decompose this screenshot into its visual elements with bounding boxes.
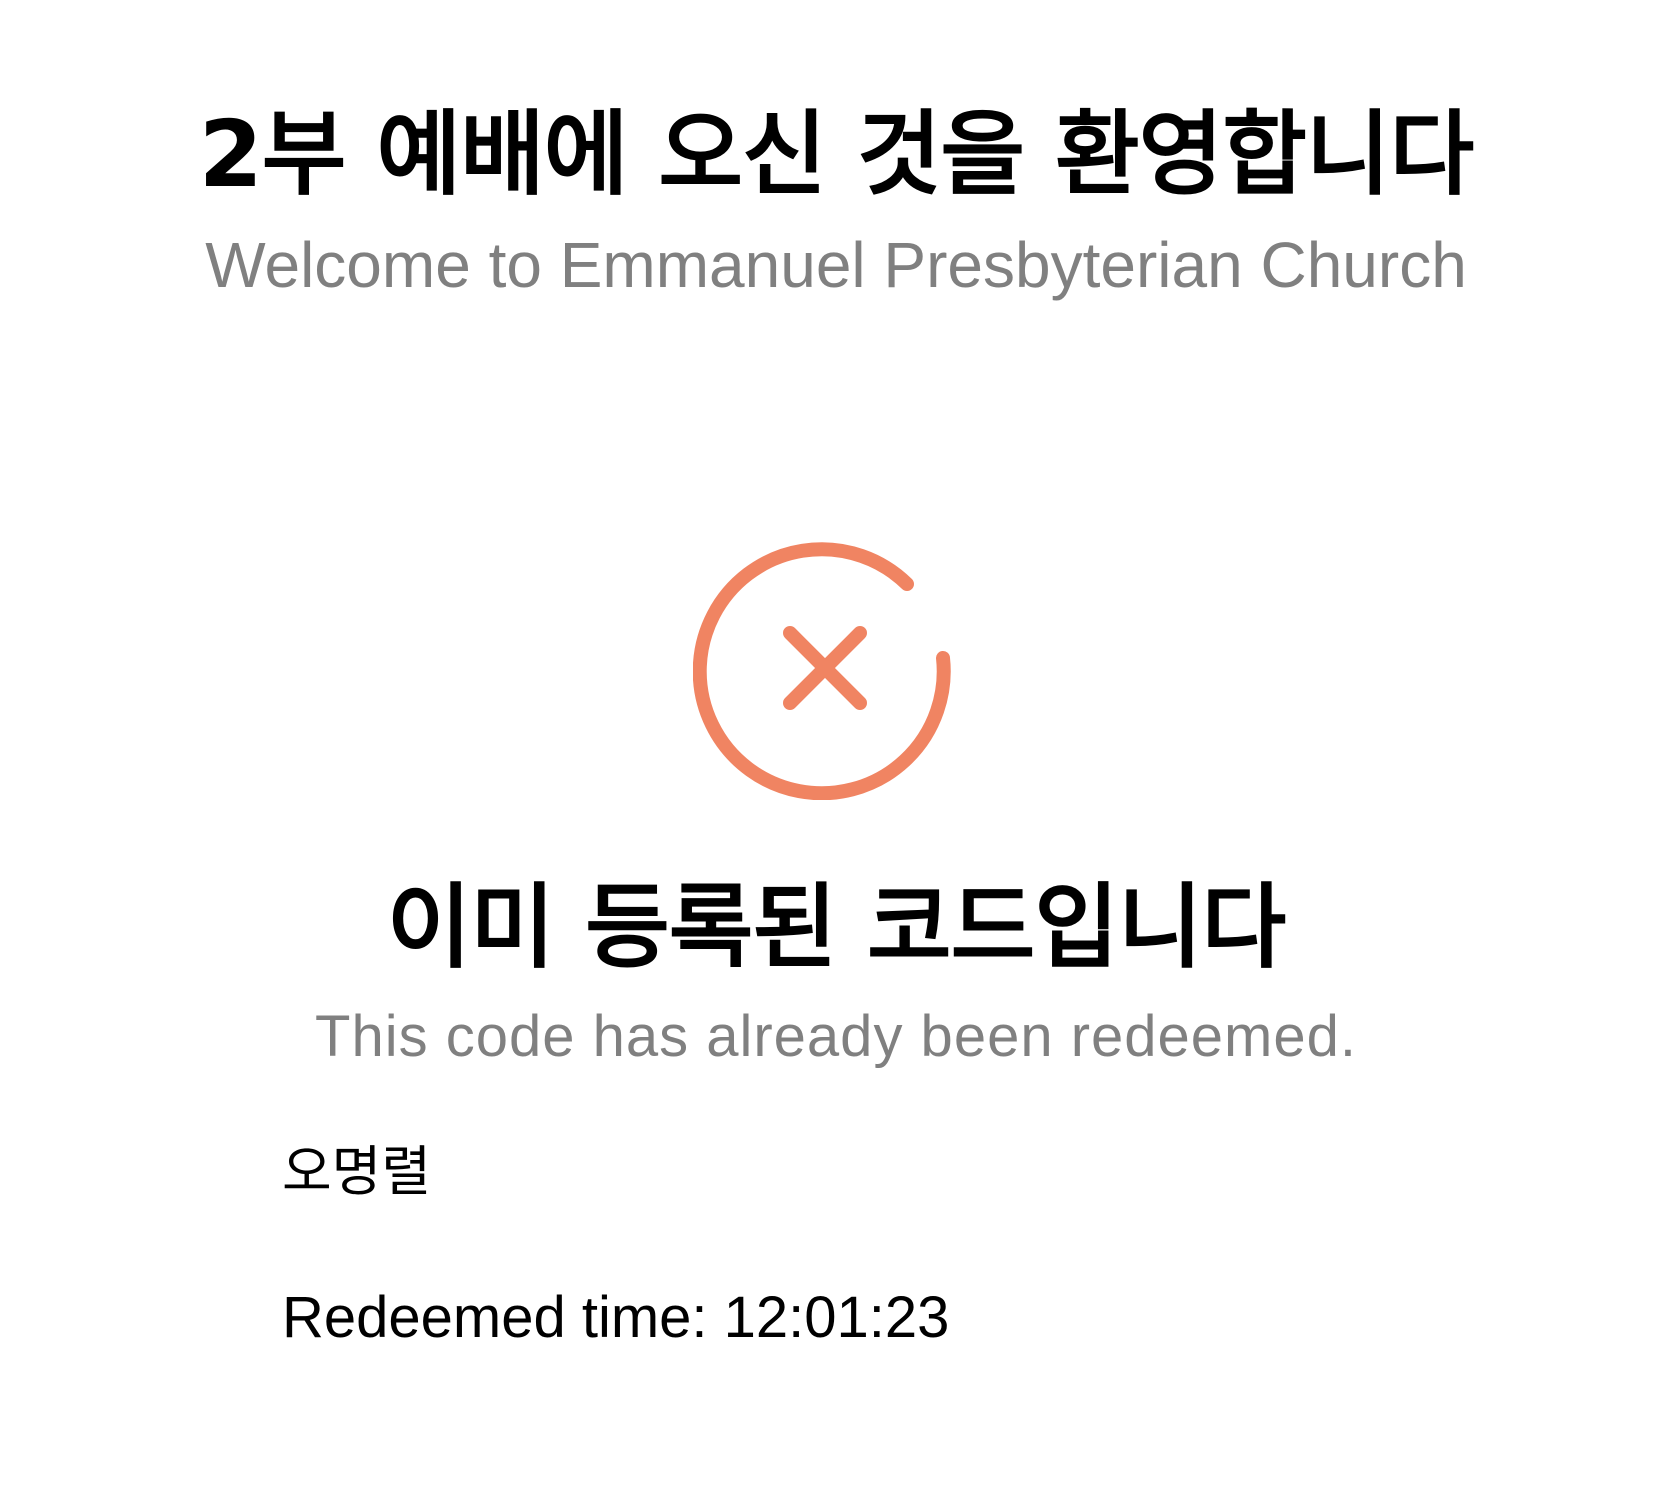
status-message: This code has already been redeemed. — [315, 1004, 1357, 1069]
page-subtitle: Welcome to Emmanuel Presbyterian Church — [205, 229, 1467, 301]
redeemed-time: Redeemed time: 12:01:23 — [282, 1285, 950, 1350]
error-circle-x-icon — [692, 536, 957, 801]
status-title: 이미 등록된 코드입니다 — [386, 874, 1286, 981]
attendee-name: 오명렬 — [282, 1140, 432, 1203]
page-title: 2부 예배에 오신 것을 환영합니다 — [198, 101, 1474, 208]
